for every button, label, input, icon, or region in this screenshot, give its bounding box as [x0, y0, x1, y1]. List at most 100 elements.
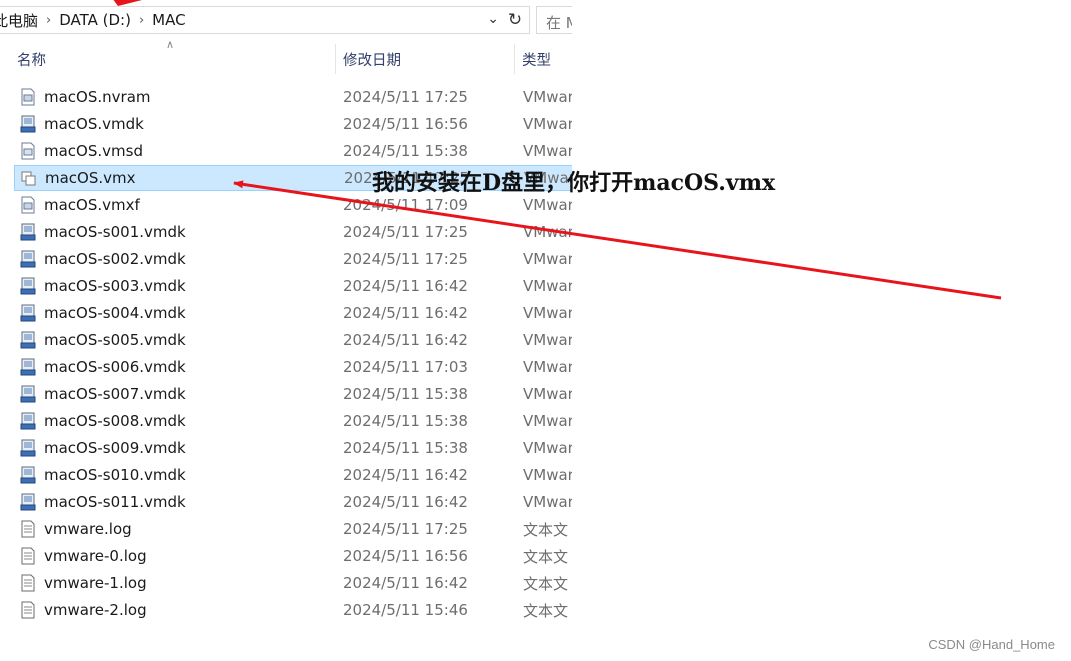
file-type: VMwar: [523, 142, 572, 160]
file-row[interactable]: vmware.log 2024/5/11 17:25 文本文: [14, 516, 572, 542]
file-row[interactable]: macOS-s004.vmdk 2024/5/11 16:42 VMwar: [14, 300, 572, 326]
file-row[interactable]: macOS-s007.vmdk 2024/5/11 15:38 VMwar: [14, 381, 572, 407]
file-row[interactable]: vmware-0.log 2024/5/11 16:56 文本文: [14, 543, 572, 569]
watermark: CSDN @Hand_Home: [928, 637, 1055, 652]
file-row[interactable]: macOS-s010.vmdk 2024/5/11 16:42 VMwar: [14, 462, 572, 488]
vmsd-file-icon: [21, 142, 35, 160]
column-header-name[interactable]: 名称: [17, 44, 46, 74]
file-name[interactable]: macOS-s009.vmdk: [44, 439, 186, 457]
column-divider[interactable]: [514, 44, 515, 74]
file-date: 2024/5/11 16:42: [343, 466, 468, 484]
file-date: 2024/5/11 17:03: [343, 358, 468, 376]
file-date: 2024/5/11 15:38: [343, 142, 468, 160]
file-date: 2024/5/11 16:42: [343, 574, 468, 592]
vmxf-file-icon: [21, 196, 35, 214]
chevron-right-icon[interactable]: ›: [44, 13, 53, 28]
file-row[interactable]: macOS.vmdk 2024/5/11 16:56 VMwar: [14, 111, 572, 137]
column-header-type[interactable]: 类型: [522, 44, 551, 74]
file-type: 文本文: [523, 574, 569, 593]
file-name[interactable]: macOS-s001.vmdk: [44, 223, 186, 241]
file-type: VMwar: [523, 358, 572, 376]
column-header-date[interactable]: 修改日期: [343, 44, 401, 74]
file-name[interactable]: vmware-0.log: [44, 547, 147, 565]
file-date: 2024/5/11 15:38: [343, 385, 468, 403]
column-divider[interactable]: [335, 44, 336, 74]
disk-file-icon: [20, 250, 36, 268]
file-name[interactable]: macOS-s010.vmdk: [44, 466, 186, 484]
disk-file-icon: [20, 412, 36, 430]
disk-file-icon: [20, 493, 36, 511]
text-file-icon: [21, 574, 35, 592]
file-name[interactable]: macOS.vmxf: [44, 196, 140, 214]
file-explorer-window: 此电脑 › DATA (D:) › MAC ⌄ ↻ 在 M ∧ 名称 修改日期 …: [0, 0, 572, 630]
chevron-down-icon[interactable]: ⌄: [487, 11, 499, 27]
file-row[interactable]: macOS-s005.vmdk 2024/5/11 16:42 VMwar: [14, 327, 572, 353]
file-row[interactable]: macOS.nvram 2024/5/11 17:25 VMwar: [14, 84, 572, 110]
file-name[interactable]: macOS.vmdk: [44, 115, 144, 133]
vmx-file-icon: [21, 171, 36, 186]
file-name[interactable]: macOS-s003.vmdk: [44, 277, 186, 295]
disk-file-icon: [20, 466, 36, 484]
file-date: 2024/5/11 17:25: [343, 520, 468, 538]
file-name[interactable]: macOS-s004.vmdk: [44, 304, 186, 322]
file-name[interactable]: macOS-s007.vmdk: [44, 385, 186, 403]
text-file-icon: [21, 520, 35, 538]
breadcrumb-folder[interactable]: MAC: [146, 11, 191, 29]
refresh-icon[interactable]: ↻: [503, 9, 527, 31]
search-input[interactable]: 在 M: [536, 6, 572, 34]
file-type: VMwar: [523, 88, 572, 106]
disk-file-icon: [20, 331, 36, 349]
file-row[interactable]: macOS-s001.vmdk 2024/5/11 17:25 VMwar: [14, 219, 572, 245]
disk-file-icon: [20, 115, 36, 133]
file-name[interactable]: vmware-1.log: [44, 574, 147, 592]
file-date: 2024/5/11 17:25: [343, 223, 468, 241]
file-name[interactable]: macOS-s005.vmdk: [44, 331, 186, 349]
file-type: VMwar: [523, 250, 572, 268]
file-name[interactable]: vmware.log: [44, 520, 132, 538]
file-row[interactable]: macOS-s008.vmdk 2024/5/11 15:38 VMwar: [14, 408, 572, 434]
file-date: 2024/5/11 17:25: [343, 88, 468, 106]
text-file-icon: [21, 601, 35, 619]
file-row[interactable]: macOS-s006.vmdk 2024/5/11 17:03 VMwar: [14, 354, 572, 380]
file-row[interactable]: macOS-s003.vmdk 2024/5/11 16:42 VMwar: [14, 273, 572, 299]
file-name[interactable]: macOS-s008.vmdk: [44, 412, 186, 430]
file-type: VMwar: [523, 277, 572, 295]
file-name[interactable]: macOS.vmx: [45, 169, 136, 187]
address-bar[interactable]: 此电脑 › DATA (D:) › MAC ⌄ ↻: [0, 6, 530, 34]
file-type: 文本文: [523, 520, 569, 539]
file-type: VMwar: [523, 115, 572, 133]
file-type: VMwar: [523, 196, 572, 214]
disk-file-icon: [20, 439, 36, 457]
file-name[interactable]: macOS-s002.vmdk: [44, 250, 186, 268]
file-date: 2024/5/11 16:56: [343, 115, 468, 133]
file-date: 2024/5/11 16:42: [343, 304, 468, 322]
disk-file-icon: [20, 358, 36, 376]
file-name[interactable]: macOS.nvram: [44, 88, 151, 106]
file-row[interactable]: macOS.vmsd 2024/5/11 15:38 VMwar: [14, 138, 572, 164]
file-date: 2024/5/11 16:56: [343, 547, 468, 565]
file-type: VMwar: [523, 439, 572, 457]
file-date: 2024/5/11 15:38: [343, 439, 468, 457]
file-date: 2024/5/11 17:25: [343, 250, 468, 268]
file-name[interactable]: macOS.vmsd: [44, 142, 143, 160]
file-type: 文本文: [523, 547, 569, 566]
breadcrumb-drive[interactable]: DATA (D:): [53, 11, 137, 29]
file-date: 2024/5/11 15:38: [343, 412, 468, 430]
disk-file-icon: [20, 304, 36, 322]
file-row[interactable]: vmware-2.log 2024/5/11 15:46 文本文: [14, 597, 572, 623]
sort-ascending-icon: ∧: [166, 38, 175, 51]
file-name[interactable]: macOS-s006.vmdk: [44, 358, 186, 376]
file-row[interactable]: vmware-1.log 2024/5/11 16:42 文本文: [14, 570, 572, 596]
file-row[interactable]: macOS-s009.vmdk 2024/5/11 15:38 VMwar: [14, 435, 572, 461]
file-type: VMwar: [523, 223, 572, 241]
file-row[interactable]: macOS-s011.vmdk 2024/5/11 16:42 VMwar: [14, 489, 572, 515]
file-name[interactable]: vmware-2.log: [44, 601, 147, 619]
file-row[interactable]: macOS-s002.vmdk 2024/5/11 17:25 VMwar: [14, 246, 572, 272]
text-file-icon: [21, 547, 35, 565]
breadcrumb-this-pc[interactable]: 此电脑: [0, 10, 44, 31]
file-date: 2024/5/11 17:09: [343, 196, 468, 214]
file-date: 2024/5/11 15:46: [343, 601, 468, 619]
annotation-text: 我的安装在D盘里，你打开macOS.vmx: [372, 170, 776, 196]
chevron-right-icon[interactable]: ›: [137, 13, 146, 28]
file-name[interactable]: macOS-s011.vmdk: [44, 493, 186, 511]
